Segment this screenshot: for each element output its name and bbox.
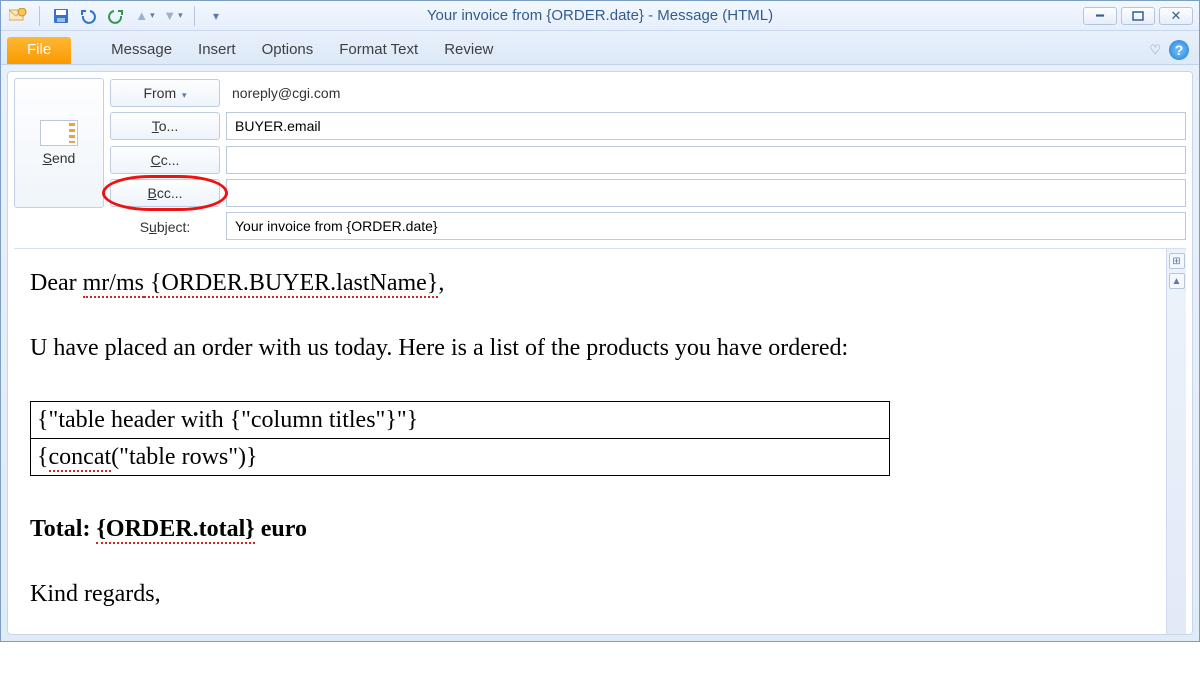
to-button[interactable]: To... [110, 112, 220, 140]
body-greeting: Dear mr/ms {ORDER.BUYER.lastName}, [30, 267, 1150, 299]
send-label: Send [43, 150, 76, 166]
placeholder-table: {"table header with {"column titles"}"} … [30, 401, 890, 477]
outlook-icon[interactable] [7, 5, 29, 27]
prev-item-icon[interactable]: ▲▾ [134, 5, 156, 27]
body-line2: U have placed an order with us today. He… [30, 332, 1150, 364]
cc-button[interactable]: Cc... [110, 146, 220, 174]
bcc-button[interactable]: Bcc... [110, 179, 220, 207]
scroll-up-icon[interactable]: ▲ [1169, 273, 1185, 289]
from-value: noreply@cgi.com [226, 79, 1186, 107]
table-row: {concat("table rows")} [31, 438, 890, 475]
table-row: {"table header with {"column titles"}"} [31, 401, 890, 438]
cc-input[interactable] [226, 146, 1186, 174]
file-tab[interactable]: File [7, 37, 71, 64]
bcc-button-wrap: Bcc... [110, 179, 220, 207]
maximize-icon [1132, 11, 1144, 21]
tab-insert[interactable]: Insert [198, 41, 236, 64]
separator [39, 6, 40, 26]
compose-area: Send From ▾ noreply@cgi.com To... Cc... [7, 71, 1193, 635]
bcc-input[interactable] [226, 179, 1186, 207]
to-input[interactable] [226, 112, 1186, 140]
help-icon[interactable]: ? [1169, 40, 1189, 60]
quick-access-toolbar: ▲▾ ▼▾ ▾ [7, 5, 227, 27]
redo-icon[interactable] [106, 5, 128, 27]
bcc-field[interactable] [233, 184, 1179, 202]
body-total: Total: {ORDER.total} euro [30, 513, 1150, 545]
zoom-icon[interactable]: ⊞ [1169, 253, 1185, 269]
from-label: From ▾ [143, 85, 186, 101]
next-item-icon[interactable]: ▼▾ [162, 5, 184, 27]
body-side-rail: ⊞ ▲ [1166, 249, 1186, 634]
ribbon-tabs: File Message Insert Options Format Text … [1, 31, 1199, 65]
send-button[interactable]: Send [14, 78, 104, 208]
to-label: To... [152, 118, 178, 134]
window-controls: ━ ✕ [1083, 7, 1193, 25]
ribbon-right: ♡ ? [1149, 40, 1189, 60]
title-bar: ▲▾ ▼▾ ▾ Your invoice from {ORDER.date} -… [1, 1, 1199, 31]
message-body-wrap: Dear mr/ms {ORDER.BUYER.lastName}, U hav… [14, 248, 1186, 634]
tab-review[interactable]: Review [444, 41, 493, 64]
subject-field[interactable] [233, 217, 1179, 235]
envelope-icon [40, 120, 78, 146]
tab-format-text[interactable]: Format Text [339, 41, 418, 64]
maximize-button[interactable] [1121, 7, 1155, 25]
customize-qat-icon[interactable]: ▾ [205, 5, 227, 27]
body-signoff: Kind regards, [30, 578, 1150, 610]
separator [194, 6, 195, 26]
message-window: ▲▾ ▼▾ ▾ Your invoice from {ORDER.date} -… [0, 0, 1200, 642]
tab-options[interactable]: Options [262, 41, 314, 64]
subject-input[interactable] [226, 212, 1186, 240]
save-icon[interactable] [50, 5, 72, 27]
undo-icon[interactable] [78, 5, 100, 27]
tab-message[interactable]: Message [111, 41, 172, 64]
cc-field[interactable] [233, 151, 1179, 169]
from-button[interactable]: From ▾ [110, 79, 220, 107]
minimize-button[interactable]: ━ [1083, 7, 1117, 25]
bcc-label: Bcc... [147, 185, 182, 201]
cc-label: Cc... [151, 152, 180, 168]
to-field[interactable] [233, 117, 1179, 135]
message-body[interactable]: Dear mr/ms {ORDER.BUYER.lastName}, U hav… [14, 249, 1166, 634]
message-header: Send From ▾ noreply@cgi.com To... Cc... [14, 78, 1186, 240]
ribbon-minimize-icon[interactable]: ♡ [1149, 42, 1161, 58]
subject-label: Subject: [110, 217, 220, 235]
close-button[interactable]: ✕ [1159, 7, 1193, 25]
